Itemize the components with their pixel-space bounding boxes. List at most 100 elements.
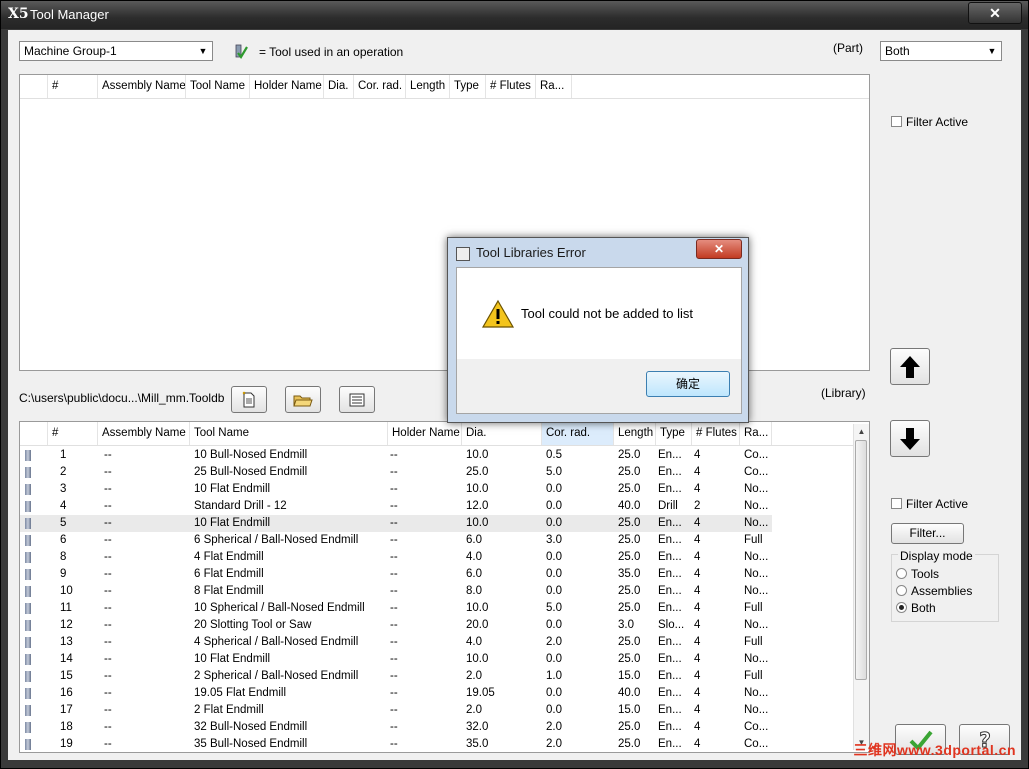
table-cell: 4 (694, 466, 701, 478)
library-col-header[interactable]: Length (614, 422, 656, 445)
library-col-header[interactable]: Cor. rad. (542, 422, 614, 445)
table-cell: 4 (694, 653, 701, 665)
table-cell: 4.0 (466, 636, 482, 648)
scroll-thumb[interactable] (855, 440, 867, 680)
table-row[interactable]: 12 -- 20 Slotting Tool or Saw -- 20.0 0.0 3.0 S… (20, 617, 772, 634)
table-row[interactable]: 19 -- 35 Bull-Nosed Endmill -- 35.0 2.0 25.0 En… (20, 736, 772, 752)
table-row[interactable]: 16 -- 19.05 Flat Endmill -- 19.05 0.0 40.0 En..… (20, 685, 772, 702)
table-row[interactable]: 9 -- 6 Flat Endmill -- 6.0 0.0 35.0 En... 4 No... (20, 566, 772, 583)
part-col-header[interactable]: # Flutes (486, 75, 536, 98)
part-col-header[interactable]: Dia. (324, 75, 354, 98)
table-cell: En... (658, 449, 682, 461)
part-col-header[interactable]: Holder Name (250, 75, 324, 98)
tool-icon (25, 450, 31, 461)
table-cell: 4 (694, 670, 701, 682)
table-cell: 10.0 (466, 653, 489, 665)
library-col-header[interactable]: Holder Name (388, 422, 462, 445)
table-cell: 5 (60, 517, 67, 529)
library-col-header[interactable]: Ra... (740, 422, 772, 445)
part-col-icon-header[interactable] (20, 75, 48, 98)
part-col-header[interactable]: Assembly Name (98, 75, 186, 98)
table-cell: 4 (694, 585, 701, 597)
table-row[interactable]: 5 -- 10 Flat Endmill -- 10.0 0.0 25.0 En... 4 No.… (20, 515, 772, 532)
table-row[interactable]: 8 -- 4 Flat Endmill -- 4.0 0.0 25.0 En... 4 No... (20, 549, 772, 566)
table-cell: 17 (60, 704, 73, 716)
library-scrollbar[interactable]: ▲ ▼ (853, 424, 869, 750)
part-col-header[interactable]: Length (406, 75, 450, 98)
move-up-button[interactable] (890, 348, 930, 385)
library-col-header[interactable]: # (48, 422, 98, 445)
table-row[interactable]: 2 -- 25 Bull-Nosed Endmill -- 25.0 5.0 25.0 En.… (20, 464, 772, 481)
title-bar[interactable]: X5 Tool Manager ✕ (1, 1, 1028, 29)
table-cell: 15 (60, 670, 73, 682)
tool-icon (25, 654, 31, 665)
part-col-header[interactable]: # (48, 75, 98, 98)
table-cell: -- (104, 500, 112, 512)
table-row[interactable]: 18 -- 32 Bull-Nosed Endmill -- 32.0 2.0 25.0 En… (20, 719, 772, 736)
filter-button[interactable]: Filter... (891, 523, 964, 544)
scroll-up-icon[interactable]: ▲ (854, 424, 869, 439)
table-row[interactable]: 4 -- Standard Drill - 12 -- 12.0 0.0 40.0 Dril… (20, 498, 772, 515)
table-cell: En... (658, 568, 682, 580)
table-cell: 0.5 (546, 449, 562, 461)
new-file-icon (240, 391, 258, 412)
table-cell: -- (390, 483, 398, 495)
table-row[interactable]: 14 -- 10 Flat Endmill -- 10.0 0.0 25.0 En... 4 No… (20, 651, 772, 668)
table-cell: 4 (694, 619, 701, 631)
display-mode-label: Assemblies (911, 584, 973, 598)
part-filter-active-checkbox[interactable] (891, 116, 902, 127)
part-col-header[interactable]: Tool Name (186, 75, 250, 98)
table-row[interactable]: 1 -- 10 Bull-Nosed Endmill -- 10.0 0.5 25.0 En.… (20, 447, 772, 464)
library-tool-list[interactable]: # Assembly Name Tool Name Holder Name Dia. Co… (19, 421, 870, 753)
table-cell: En... (658, 466, 682, 478)
new-library-button[interactable] (231, 386, 267, 413)
table-cell: -- (104, 466, 112, 478)
window-close-button[interactable]: ✕ (968, 2, 1022, 24)
machine-group-select[interactable]: Machine Group-1 ▼ (19, 41, 213, 61)
display-mode-radio[interactable] (896, 568, 907, 579)
tool-icon (25, 586, 31, 597)
table-cell: -- (390, 636, 398, 648)
table-cell: -- (104, 585, 112, 597)
table-cell: 35.0 (618, 568, 641, 580)
table-row[interactable]: 6 -- 6 Spherical / Ball-Nosed Endmill -- 6.0… (20, 532, 772, 549)
tool-icon (25, 637, 31, 648)
table-row[interactable]: 11 -- 10 Spherical / Ball-Nosed Endmill -- 1… (20, 600, 772, 617)
library-col-icon-header[interactable] (20, 422, 48, 445)
list-view-icon (349, 393, 365, 410)
library-filter-active-checkbox[interactable] (891, 498, 902, 509)
library-col-header[interactable]: # Flutes (692, 422, 740, 445)
table-row[interactable]: 17 -- 2 Flat Endmill -- 2.0 0.0 15.0 En... 4 No..… (20, 702, 772, 719)
part-col-header[interactable]: Type (450, 75, 486, 98)
library-view-button[interactable] (339, 386, 375, 413)
display-mode-radio[interactable] (896, 585, 907, 596)
part-col-header[interactable]: Ra... (536, 75, 572, 98)
move-down-button[interactable] (890, 420, 930, 457)
table-row[interactable]: 13 -- 4 Spherical / Ball-Nosed Endmill -- 4.… (20, 634, 772, 651)
table-cell: No... (744, 500, 769, 512)
table-row[interactable]: 15 -- 2 Spherical / Ball-Nosed Endmill -- 2.… (20, 668, 772, 685)
tool-icon (25, 603, 31, 614)
table-cell: 25 Bull-Nosed Endmill (194, 466, 308, 478)
table-cell: 10.0 (466, 449, 489, 461)
table-cell: -- (390, 687, 398, 699)
display-mode-radio[interactable] (896, 602, 907, 613)
table-cell: -- (104, 449, 112, 461)
table-cell: 6 (60, 534, 67, 546)
dialog-ok-button[interactable]: 确定 (646, 371, 730, 397)
part-filter-select[interactable]: Both ▼ (880, 41, 1002, 61)
part-col-header[interactable]: Cor. rad. (354, 75, 406, 98)
open-library-button[interactable] (285, 386, 321, 413)
library-col-header[interactable]: Type (656, 422, 692, 445)
library-col-header[interactable]: Assembly Name (98, 422, 190, 445)
library-col-header[interactable]: Dia. (462, 422, 542, 445)
table-row[interactable]: 10 -- 8 Flat Endmill -- 8.0 0.0 25.0 En... 4 No..… (20, 583, 772, 600)
dialog-close-button[interactable]: ✕ (696, 239, 742, 259)
table-cell: 3.0 (618, 619, 634, 631)
table-cell: No... (744, 568, 769, 580)
table-cell: 10.0 (466, 602, 489, 614)
library-col-header[interactable]: Tool Name (190, 422, 388, 445)
table-row[interactable]: 3 -- 10 Flat Endmill -- 10.0 0.0 25.0 En... 4 No.… (20, 481, 772, 498)
table-cell: 0.0 (546, 483, 562, 495)
table-cell: 4 Flat Endmill (194, 551, 264, 563)
